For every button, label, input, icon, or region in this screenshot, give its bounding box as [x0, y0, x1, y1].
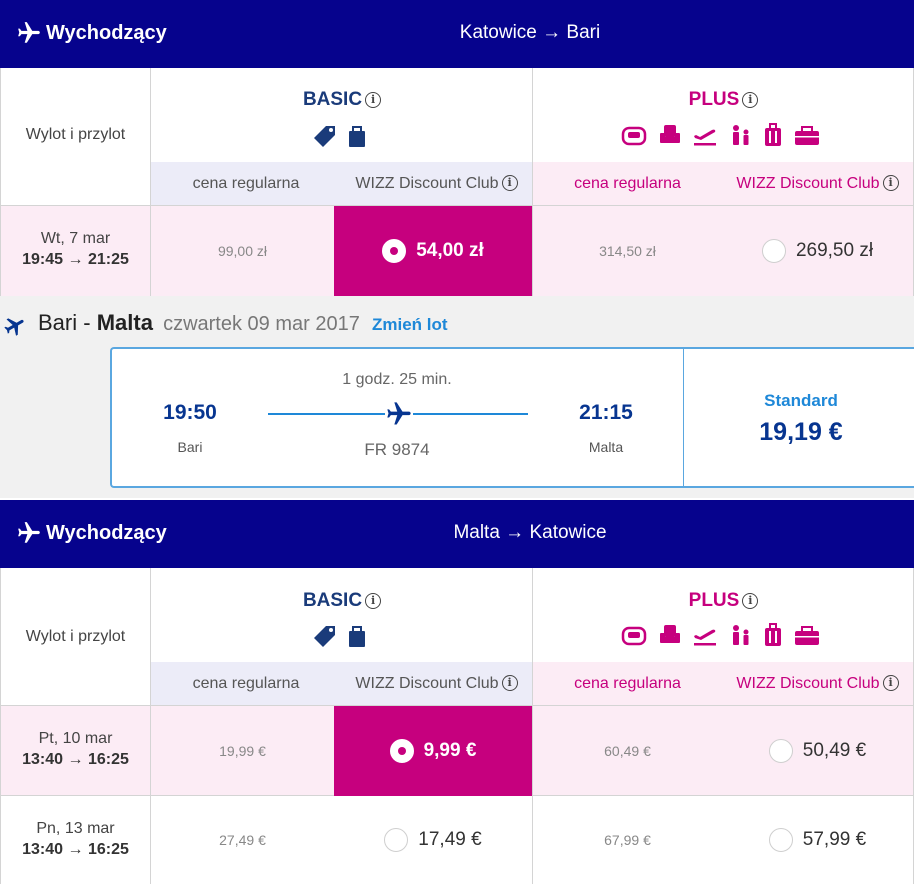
plus-club-header: WIZZ Discount Club i — [722, 162, 913, 206]
basic-club-header: WIZZ Discount Club i — [341, 662, 532, 706]
plus-club-price[interactable]: 50,49 € — [722, 706, 913, 796]
family-icon — [732, 625, 749, 645]
info-icon[interactable]: i — [882, 675, 899, 691]
radio-selected[interactable] — [389, 739, 414, 763]
plus-regular-price[interactable]: 60,49 € — [532, 706, 722, 796]
basic-club-header: WIZZ Discount Club i — [341, 162, 532, 206]
outbound-header-2: Wychodzący Malta → Katowice — [0, 500, 914, 568]
seat-icon — [622, 626, 647, 646]
info-icon[interactable]: i — [742, 593, 759, 609]
basic-club-price-selected[interactable]: 9,99 € — [334, 706, 532, 796]
ryanair-flight-panel: Bari - Malta czwartek 09 mar 2017 Zmień … — [0, 296, 914, 498]
fare-name: Standard — [764, 391, 838, 410]
basic-regular-price[interactable]: 19,99 € — [150, 706, 334, 796]
radio-selected[interactable] — [382, 239, 407, 263]
info-icon[interactable]: i — [742, 92, 759, 108]
radio-unselected[interactable] — [761, 239, 786, 263]
direction-label: Wychodzący — [46, 22, 167, 44]
bag-icon — [794, 126, 819, 145]
basic-regular-price[interactable]: 99,00 zł — [150, 206, 334, 296]
radio-unselected[interactable] — [768, 739, 793, 763]
flight-date-cell: Pn, 13 mar 13:40 → 16:25 — [1, 796, 150, 884]
plus-regular-price[interactable]: 67,99 € — [532, 796, 722, 884]
plus-fare-header: PLUS i — [532, 68, 913, 162]
basic-club-price-selected[interactable]: 54,00 zł — [334, 206, 532, 296]
family-icon — [732, 125, 749, 145]
tag-icon — [313, 626, 335, 647]
info-icon[interactable]: i — [365, 92, 382, 108]
column-label: Wylot i przylot — [1, 568, 150, 706]
departure-icon — [694, 129, 717, 146]
plus-club-price[interactable]: 269,50 zł — [722, 206, 913, 296]
basic-regular-header: cena regularna — [150, 162, 341, 206]
basic-title: BASIC — [302, 590, 363, 611]
flight-number: FR 9874 — [364, 440, 430, 459]
plus-club-header: WIZZ Discount Club i — [722, 662, 913, 706]
fare-price[interactable]: 19,19 € — [684, 418, 914, 447]
plus-title: PLUS — [688, 89, 740, 110]
airplane-icon — [18, 522, 40, 543]
change-flight-link[interactable]: Zmień lot — [372, 315, 448, 334]
luggage-icon — [765, 123, 782, 146]
basic-regular-price[interactable]: 27,49 € — [150, 796, 334, 884]
armchair-icon — [659, 125, 680, 143]
route-label: Katowice → Bari — [459, 22, 601, 43]
armchair-icon — [659, 625, 680, 643]
basic-fare-header: BASIC i — [150, 568, 532, 662]
airplane-icon — [18, 22, 40, 43]
arrival-time: 21:15 — [579, 401, 633, 424]
plus-regular-price[interactable]: 314,50 zł — [532, 206, 722, 296]
airplane-icon — [4, 318, 24, 336]
radio-unselected[interactable] — [768, 828, 793, 852]
basic-fare-header: BASIC i — [150, 68, 532, 162]
plus-title: PLUS — [688, 590, 740, 611]
info-icon[interactable]: i — [501, 175, 518, 191]
column-label: Wylot i przylot — [1, 68, 150, 206]
flight-duration: 1 godz. 25 min. — [342, 371, 452, 388]
bag-icon — [349, 126, 366, 147]
arrival-city: Malta — [588, 439, 624, 455]
route-label: Malta → Katowice — [453, 522, 607, 543]
seat-icon — [622, 126, 647, 146]
basic-regular-header: cena regularna — [150, 662, 341, 706]
info-icon[interactable]: i — [365, 593, 382, 609]
flight-date-cell: Pt, 10 mar 13:40 → 16:25 — [1, 706, 150, 796]
fare-table-1: Wylot i przylot BASIC i PLUS i cena regula… — [0, 68, 914, 296]
flight-card[interactable]: 1 godz. 25 min. 19:50 Bari FR 9874 21:15… — [110, 347, 914, 488]
luggage-icon — [765, 623, 782, 646]
departure-icon — [694, 629, 717, 646]
flight-date-cell: Wt, 7 mar 19:45 → 21:25 — [1, 206, 150, 296]
fare-table-2: Wylot i przylot BASIC i PLUS i cena regula… — [0, 568, 914, 884]
tag-icon — [313, 126, 335, 147]
bag-icon — [349, 626, 366, 647]
bag-icon — [794, 626, 819, 645]
info-icon[interactable]: i — [882, 175, 899, 191]
flight-route-title: Bari - Malta czwartek 09 mar 2017 Zmień … — [38, 310, 448, 335]
plus-club-price[interactable]: 57,99 € — [722, 796, 913, 884]
basic-title: BASIC — [302, 89, 363, 110]
radio-unselected[interactable] — [384, 828, 409, 852]
info-icon[interactable]: i — [501, 675, 518, 691]
airplane-icon — [385, 400, 413, 428]
departure-city: Bari — [177, 439, 203, 455]
plus-fare-header: PLUS i — [532, 568, 913, 662]
direction-label: Wychodzący — [46, 522, 167, 544]
plus-regular-header: cena regularna — [532, 162, 722, 206]
outbound-header-1: Wychodzący Katowice → Bari — [0, 0, 914, 68]
basic-club-price[interactable]: 17,49 € — [334, 796, 532, 884]
flight-date: czwartek 09 mar 2017 — [163, 313, 360, 335]
plus-regular-header: cena regularna — [532, 662, 722, 706]
departure-time: 19:50 — [163, 401, 217, 424]
